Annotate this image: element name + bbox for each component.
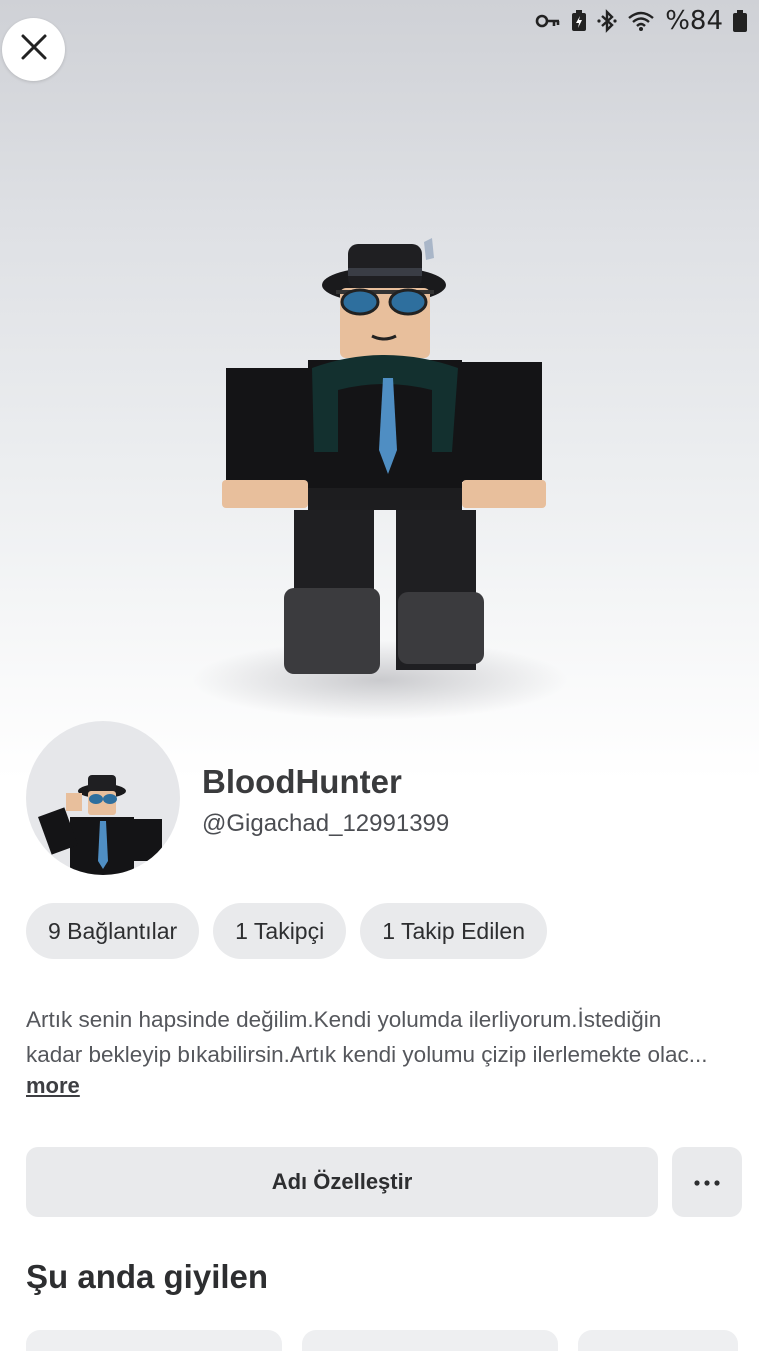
followers-chip[interactable]: 1 Takipçi [213, 903, 347, 959]
profile-header: BloodHunter @Gigachad_12991399 [26, 721, 726, 877]
currently-wearing-list [26, 1330, 738, 1351]
key-icon [535, 12, 561, 30]
following-chip[interactable]: 1 Takip Edilen [360, 903, 548, 959]
wifi-icon [627, 10, 655, 32]
customize-name-button[interactable]: Adı Özelleştir [26, 1147, 658, 1217]
wearing-item-card[interactable] [302, 1330, 558, 1351]
battery-saver-icon [571, 10, 587, 32]
bluetooth-icon [597, 9, 617, 33]
bio-line: Artık senin hapsinde değilim.Kendi yolum… [26, 1007, 662, 1032]
wearing-item-card[interactable] [26, 1330, 282, 1351]
bio-text: Artık senin hapsinde değilim.Kendi yolum… [26, 1002, 744, 1072]
profile-stats: 9 Bağlantılar 1 Takipçi 1 Takip Edilen [26, 903, 548, 959]
battery-percent: %84 [665, 6, 723, 36]
connections-chip[interactable]: 9 Bağlantılar [26, 903, 200, 959]
close-icon [20, 33, 48, 66]
battery-icon [733, 10, 747, 32]
wearing-item-card[interactable] [578, 1330, 738, 1351]
bio-line: kadar bekleyip bıkabilirsin.Artık kendi … [26, 1042, 708, 1067]
status-bar: %84 [535, 6, 747, 36]
currently-wearing-title: Şu anda giyilen [26, 1258, 269, 1295]
avatar[interactable] [26, 721, 180, 875]
display-name: BloodHunter [202, 763, 402, 800]
close-button[interactable] [2, 18, 65, 81]
avatar-hero: %84 [0, 0, 759, 780]
more-options-button[interactable] [672, 1147, 742, 1217]
username: @Gigachad_12991399 [202, 810, 450, 837]
bio-more-link[interactable]: more [26, 1073, 80, 1099]
avatar-3d-render[interactable] [200, 230, 560, 700]
ellipsis-icon [694, 1173, 720, 1191]
